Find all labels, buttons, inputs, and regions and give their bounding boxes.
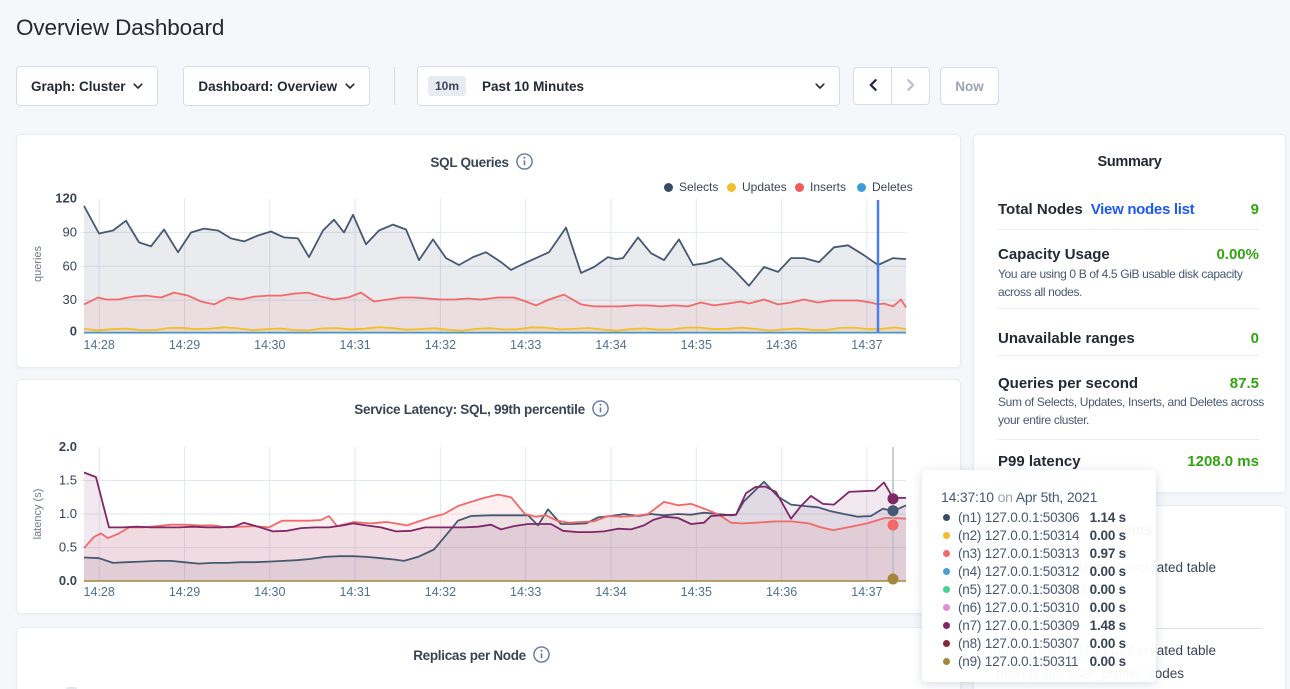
svg-text:14:31: 14:31 (339, 338, 370, 352)
svg-text:1.0: 1.0 (59, 506, 77, 521)
svg-text:30: 30 (63, 292, 77, 307)
svg-text:0.0: 0.0 (59, 573, 77, 588)
svg-text:14:33: 14:33 (510, 338, 541, 352)
svg-text:120: 120 (55, 191, 77, 206)
svg-text:60: 60 (63, 258, 77, 273)
svg-text:14:33: 14:33 (510, 585, 541, 599)
svg-text:14:36: 14:36 (766, 338, 797, 352)
svg-text:14:28: 14:28 (84, 338, 115, 352)
svg-text:14:29: 14:29 (169, 585, 200, 599)
svg-text:0.5: 0.5 (59, 540, 77, 555)
svg-text:2.0: 2.0 (59, 439, 77, 454)
svg-text:queries: queries (32, 245, 44, 282)
svg-text:1.5: 1.5 (59, 473, 77, 488)
svg-text:14:34: 14:34 (595, 338, 626, 352)
svg-text:14:28: 14:28 (84, 585, 115, 599)
svg-text:14:35: 14:35 (681, 338, 712, 352)
svg-text:14:37: 14:37 (851, 585, 882, 599)
svg-text:14:36: 14:36 (766, 585, 797, 599)
svg-text:0: 0 (70, 324, 77, 339)
svg-text:14:30: 14:30 (254, 585, 285, 599)
svg-text:14:35: 14:35 (681, 585, 712, 599)
svg-text:14:37: 14:37 (851, 338, 882, 352)
svg-text:14:34: 14:34 (595, 585, 626, 599)
svg-text:14:29: 14:29 (169, 338, 200, 352)
svg-text:14:32: 14:32 (425, 338, 456, 352)
svg-text:latency (s): latency (s) (32, 489, 44, 540)
svg-text:14:32: 14:32 (425, 585, 456, 599)
svg-text:90: 90 (63, 224, 77, 239)
svg-text:14:30: 14:30 (254, 338, 285, 352)
svg-text:14:31: 14:31 (339, 585, 370, 599)
